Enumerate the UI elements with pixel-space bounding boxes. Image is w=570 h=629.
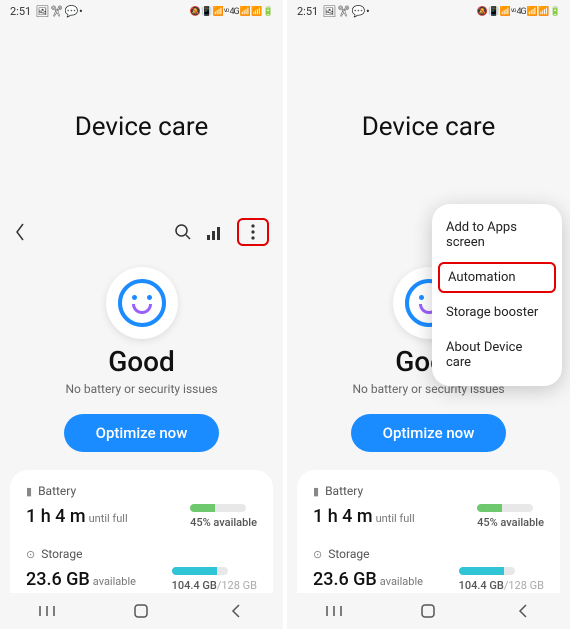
battery-label: Battery [325, 484, 363, 498]
status-bar: 2:51 🖼 ✂ 💬 • 🔕 📳 📶 ᵛᵒ 4G 📶 📶 🔋 [0, 0, 283, 22]
search-icon[interactable] [173, 222, 193, 242]
nav-recents-icon[interactable] [38, 602, 56, 620]
storage-icon: ⊙ [313, 548, 322, 561]
battery-icon: ▮ [26, 485, 32, 498]
nav-back-icon[interactable] [227, 602, 245, 620]
menu-add-apps[interactable]: Add to Apps screen [432, 210, 562, 260]
nav-back-icon[interactable] [514, 602, 532, 620]
status-subtitle: No battery or security issues [0, 382, 283, 396]
battery-pct: 45% available [190, 516, 257, 529]
signal-bars-icon[interactable] [205, 222, 225, 242]
status-bar: 2:51 🖼 ✂ 💬 • 🔕 📳 📶 ᵛᵒ 4G 📶 📶 🔋 [287, 0, 570, 22]
nav-bar [0, 593, 283, 629]
storage-bar [172, 567, 228, 575]
storage-bar [459, 567, 515, 575]
optimize-button[interactable]: Optimize now [64, 414, 220, 452]
nav-recents-icon[interactable] [325, 602, 343, 620]
page-title: Device care [0, 112, 283, 142]
status-label: Good [0, 345, 283, 378]
toolbar [0, 217, 283, 247]
battery-sub: until full [89, 512, 128, 525]
battery-row[interactable]: ▮ Battery 1 h 4 muntil full 45% available [313, 484, 544, 529]
storage-total: /128 GB [217, 579, 257, 592]
storage-main: 23.6 GB [313, 569, 377, 590]
battery-sub: until full [376, 512, 415, 525]
nav-bar [287, 593, 570, 629]
status-face [0, 267, 283, 339]
storage-sub: available [93, 575, 136, 588]
status-time: 2:51 [297, 5, 318, 18]
optimize-button[interactable]: Optimize now [351, 414, 507, 452]
battery-row[interactable]: ▮ Battery 1 h 4 muntil full 45% available [26, 484, 257, 529]
battery-main: 1 h 4 m [313, 506, 373, 527]
battery-bar [190, 504, 246, 512]
storage-row[interactable]: ⊙ Storage 23.6 GBavailable 104.4 GB/128 G… [313, 547, 544, 592]
menu-about[interactable]: About Device care [432, 330, 562, 380]
storage-row[interactable]: ⊙ Storage 23.6 GBavailable 104.4 GB/128 G… [26, 547, 257, 592]
phone-left: 2:51 🖼 ✂ 💬 • 🔕 📳 📶 ᵛᵒ 4G 📶 📶 🔋 Device ca… [0, 0, 283, 629]
storage-sub: available [380, 575, 423, 588]
phone-right: 2:51 🖼 ✂ 💬 • 🔕 📳 📶 ᵛᵒ 4G 📶 📶 🔋 Device ca… [287, 0, 570, 629]
status-time: 2:51 [10, 5, 31, 18]
battery-main: 1 h 4 m [26, 506, 86, 527]
status-left-icons: 🖼 ✂ 💬 • [322, 5, 369, 18]
page-title: Device care [287, 112, 570, 142]
nav-home-icon[interactable] [132, 602, 150, 620]
status-right-icons: 🔕 📳 📶 ᵛᵒ 4G 📶 📶 🔋 [477, 6, 560, 17]
battery-icon: ▮ [313, 485, 319, 498]
back-button[interactable] [14, 222, 26, 242]
storage-total: /128 GB [504, 579, 544, 592]
storage-used: 104.4 GB [459, 579, 504, 592]
more-button-highlight [237, 218, 269, 246]
storage-label: Storage [41, 547, 82, 561]
battery-pct: 45% available [477, 516, 544, 529]
storage-main: 23.6 GB [26, 569, 90, 590]
status-right-icons: 🔕 📳 📶 ᵛᵒ 4G 📶 📶 🔋 [190, 6, 273, 17]
storage-used: 104.4 GB [172, 579, 217, 592]
menu-storage-booster[interactable]: Storage booster [432, 295, 562, 330]
storage-icon: ⊙ [26, 548, 35, 561]
status-left-icons: 🖼 ✂ 💬 • [35, 5, 82, 18]
battery-bar [477, 504, 533, 512]
storage-label: Storage [328, 547, 369, 561]
nav-home-icon[interactable] [419, 602, 437, 620]
menu-automation[interactable]: Automation [438, 262, 556, 293]
more-icon[interactable] [243, 222, 263, 242]
battery-label: Battery [38, 484, 76, 498]
more-menu: Add to Apps screen Automation Storage bo… [432, 204, 562, 386]
